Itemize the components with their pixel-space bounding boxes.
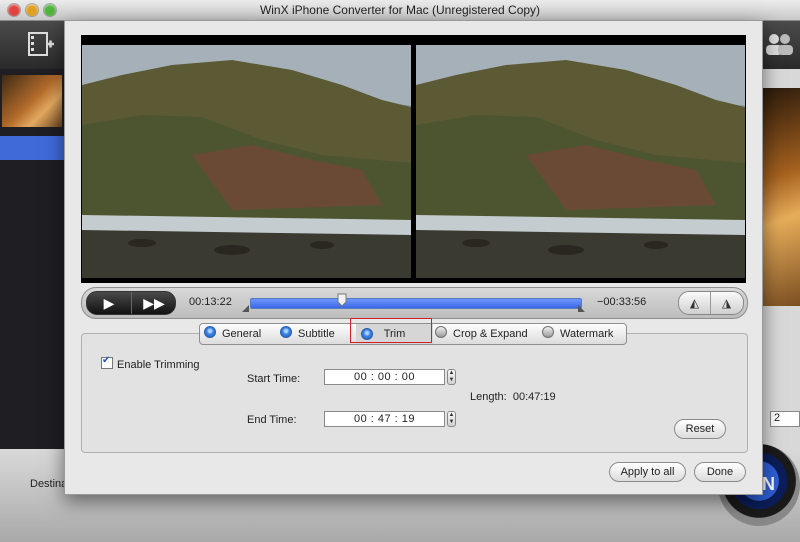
tab-watermark-label: Watermark bbox=[560, 328, 614, 340]
film-add-icon[interactable] bbox=[27, 30, 55, 58]
start-time-stepper[interactable]: ▲ ▼ bbox=[447, 369, 456, 385]
fast-forward-icon[interactable]: ▶▶ bbox=[132, 292, 175, 314]
flip-horizontal-icon[interactable]: ◭ bbox=[679, 292, 711, 314]
checkbox-checked-icon bbox=[101, 355, 113, 369]
tab-watermark[interactable]: Watermark bbox=[542, 324, 626, 344]
apply-to-all-button[interactable]: Apply to all bbox=[609, 462, 686, 482]
destination-label: Destina bbox=[30, 478, 68, 490]
title-bar: WinX iPhone Converter for Mac (Unregiste… bbox=[0, 0, 800, 21]
flip-vertical-icon[interactable]: ◮ bbox=[711, 292, 742, 314]
radio-icon bbox=[435, 326, 447, 338]
output-video-preview bbox=[416, 45, 745, 278]
current-time: 00:13:22 bbox=[189, 296, 232, 308]
radio-icon bbox=[204, 326, 216, 338]
right-field[interactable]: 2 bbox=[770, 411, 800, 427]
start-time-label: Start Time: bbox=[247, 373, 301, 385]
tab-content-panel bbox=[81, 333, 748, 453]
reset-button[interactable]: Reset bbox=[674, 419, 726, 439]
enable-trimming-checkbox[interactable]: Enable Trimming bbox=[101, 355, 200, 371]
radio-icon bbox=[542, 326, 554, 338]
flip-button-group: ◭ ◮ bbox=[678, 291, 744, 315]
end-time-field[interactable]: 00 : 47 : 19 bbox=[324, 411, 445, 427]
window-title: WinX iPhone Converter for Mac (Unregiste… bbox=[259, 3, 541, 17]
video-thumbnail[interactable] bbox=[2, 75, 62, 127]
tab-crop-label: Crop & Expand bbox=[453, 328, 528, 340]
trim-end-marker[interactable] bbox=[578, 305, 585, 312]
preview-image bbox=[763, 88, 800, 306]
original-video-preview bbox=[82, 45, 411, 278]
trim-start-marker[interactable] bbox=[242, 305, 249, 312]
tab-subtitle[interactable]: Subtitle bbox=[280, 324, 356, 344]
remaining-time: −00:33:56 bbox=[597, 296, 647, 308]
length-label-text: Length: bbox=[470, 391, 507, 403]
seek-slider-thumb[interactable] bbox=[337, 293, 347, 307]
run-button-label: N bbox=[762, 474, 775, 494]
end-time-stepper[interactable]: ▲ ▼ bbox=[447, 411, 456, 427]
edit-video-sheet: ▶ ▶▶ 00:13:22 −00:33:56 ◭ ◮ General Subt… bbox=[64, 20, 763, 495]
start-time-field[interactable]: 00 : 00 : 00 bbox=[324, 369, 445, 385]
selected-list-item[interactable] bbox=[0, 136, 64, 160]
radio-icon bbox=[280, 326, 292, 338]
tab-general-label: General bbox=[222, 328, 262, 340]
play-icon[interactable]: ▶ bbox=[87, 292, 132, 314]
done-button[interactable]: Done bbox=[694, 462, 746, 482]
length-value: 00:47:19 bbox=[512, 391, 556, 403]
trim-tab-highlight bbox=[350, 318, 432, 343]
tab-general[interactable]: General bbox=[204, 324, 282, 344]
end-time-label: End Time: bbox=[247, 414, 297, 426]
enable-trimming-label: Enable Trimming bbox=[117, 359, 200, 371]
tab-crop-expand[interactable]: Crop & Expand bbox=[435, 324, 538, 344]
playback-button-group: ▶ ▶▶ bbox=[86, 291, 176, 315]
length-label: Length: 00:47:19 bbox=[470, 391, 556, 403]
users-icon[interactable] bbox=[764, 32, 794, 56]
video-preview-area bbox=[81, 35, 746, 283]
tab-subtitle-label: Subtitle bbox=[298, 328, 335, 340]
playback-controls: ▶ ▶▶ 00:13:22 −00:33:56 ◭ ◮ bbox=[81, 287, 748, 319]
seek-slider[interactable] bbox=[250, 298, 582, 309]
